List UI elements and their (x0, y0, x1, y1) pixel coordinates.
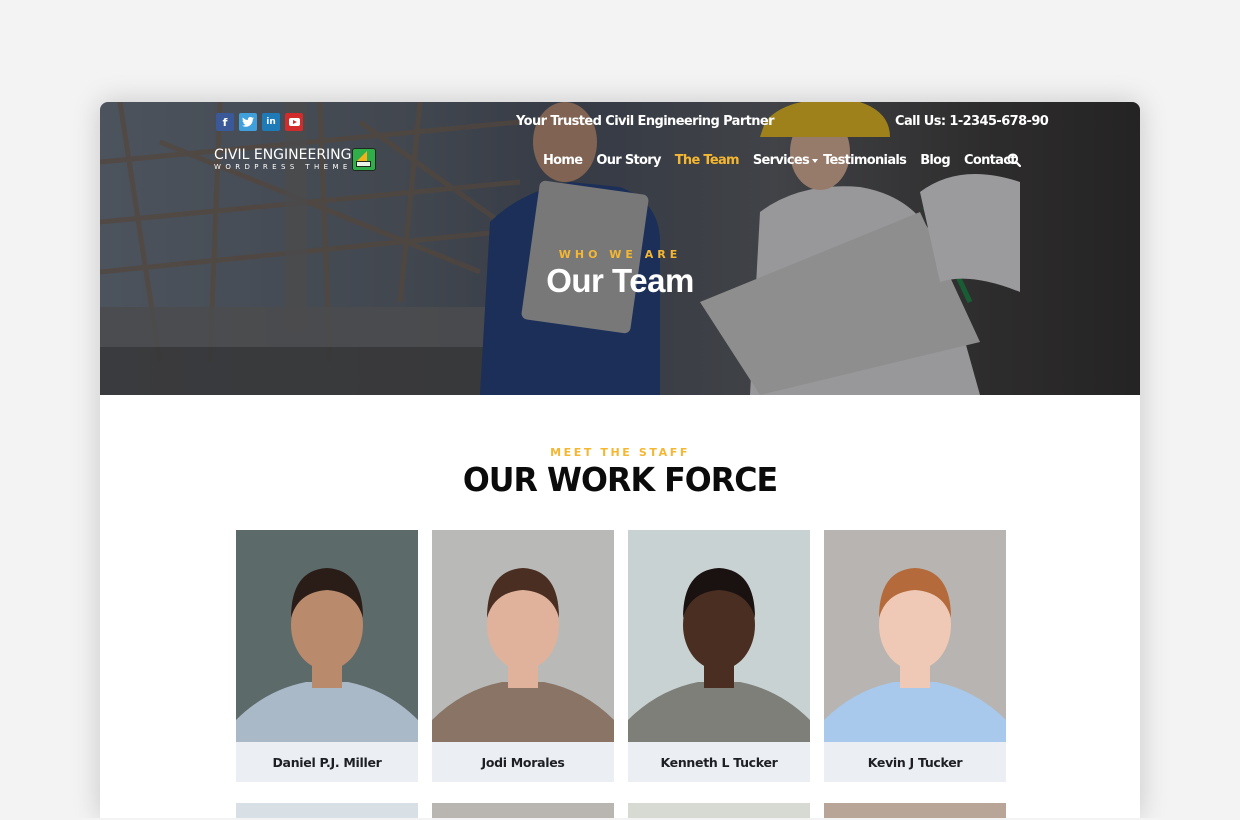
team-member-photo (628, 530, 810, 742)
team-member-name: Daniel P.J. Miller (272, 754, 382, 770)
browser-page-frame: f in Your Trusted Civil Engineering Part… (100, 102, 1140, 818)
team-member-name: Kenneth L Tucker (660, 754, 778, 770)
main-navigation: Home Our Story The Team Services Testimo… (543, 153, 1030, 168)
team-member-card-partial[interactable] (628, 803, 810, 818)
team-member-photo (236, 803, 418, 818)
phone-number[interactable]: Call Us: 1-2345-678-90 (895, 114, 1049, 129)
nav-item-our-story[interactable]: Our Story (596, 153, 661, 168)
team-member-card-partial[interactable] (432, 803, 614, 818)
team-member-card-partial[interactable] (824, 803, 1006, 818)
team-member-photo (236, 530, 418, 742)
team-member-card[interactable]: Daniel P.J. Miller (236, 530, 418, 782)
chevron-down-icon (812, 158, 819, 163)
social-links: f in (216, 113, 303, 131)
site-logo[interactable]: CIVIL ENGINEERING WORDPRESS THEME (214, 147, 376, 172)
linkedin-icon[interactable]: in (262, 113, 280, 131)
nav-item-the-team[interactable]: The Team (675, 153, 740, 168)
nav-item-services[interactable]: Services (752, 153, 819, 168)
search-icon[interactable] (1007, 153, 1021, 167)
nav-item-blog[interactable]: Blog (920, 153, 951, 168)
team-member-photo (824, 530, 1006, 742)
team-member-name: Kevin J Tucker (867, 754, 963, 770)
hero-banner: f in Your Trusted Civil Engineering Part… (100, 102, 1140, 395)
team-member-photo (432, 530, 614, 742)
nav-item-home[interactable]: Home (543, 153, 583, 168)
nav-item-testimonials[interactable]: Testimonials (823, 153, 907, 168)
team-member-card[interactable]: Jodi Morales (432, 530, 614, 782)
team-member-photo (628, 803, 810, 818)
team-member-card[interactable]: Kenneth L Tucker (628, 530, 810, 782)
team-member-card[interactable]: Kevin J Tucker (824, 530, 1006, 782)
logo-subtitle: WORDPRESS THEME (214, 163, 352, 171)
team-member-photo (824, 803, 1006, 818)
youtube-icon[interactable] (285, 113, 303, 131)
nav-item-services-label: Services (752, 153, 810, 168)
site-tagline: Your Trusted Civil Engineering Partner (516, 114, 775, 129)
team-grid: Daniel P.J. Miller Jodi Morales Kenneth … (236, 530, 1006, 818)
section-kicker: MEET THE STAFF (550, 446, 690, 459)
hero-kicker: WHO WE ARE (558, 248, 682, 261)
facebook-icon[interactable]: f (216, 113, 234, 131)
team-member-card-partial[interactable] (236, 803, 418, 818)
section-title: OUR WORK FORCE (462, 460, 778, 499)
logo-title: CIVIL ENGINEERING (214, 147, 352, 163)
page-title: Our Team (546, 262, 694, 299)
team-member-photo (432, 803, 614, 818)
blueprint-ruler-icon (352, 148, 376, 171)
twitter-icon[interactable] (239, 113, 257, 131)
team-member-name: Jodi Morales (481, 754, 565, 770)
